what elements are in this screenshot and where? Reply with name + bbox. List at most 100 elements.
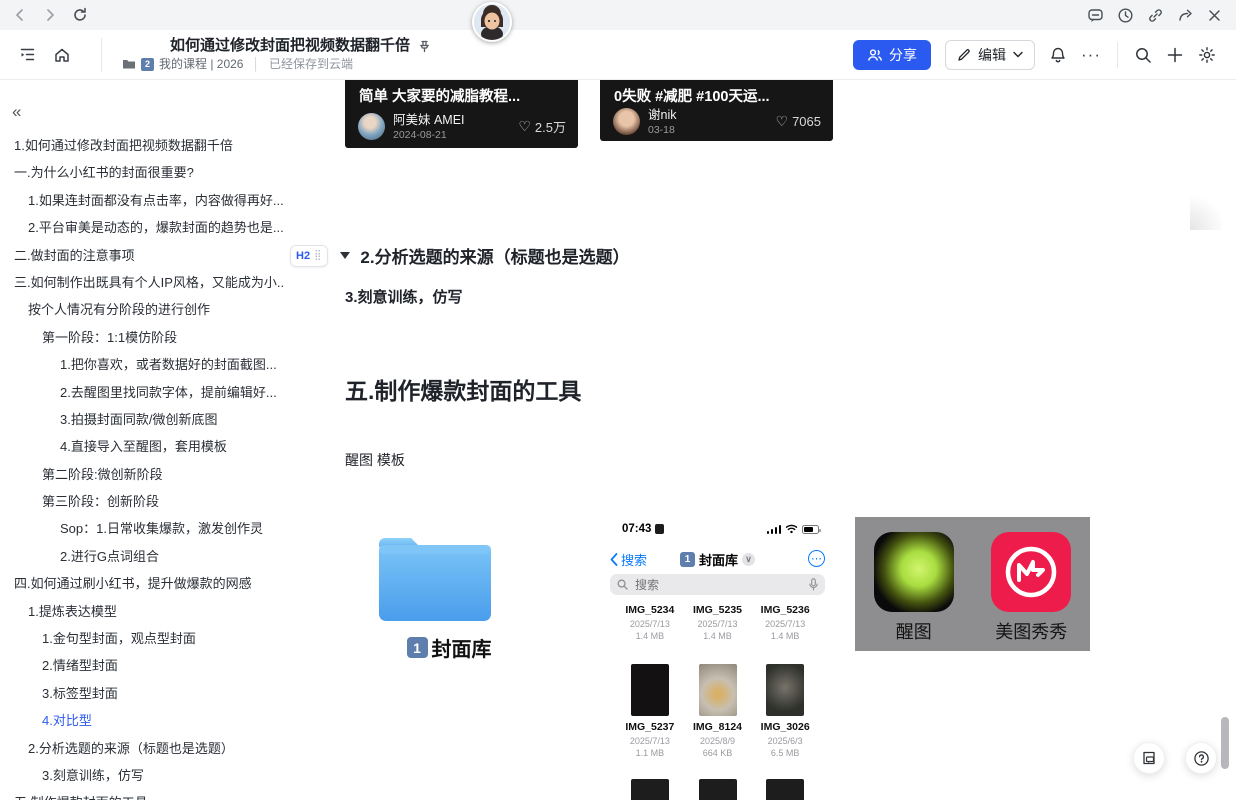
outline-item[interactable]: 3.拍摄封面同款/微创新底图 — [0, 406, 285, 433]
outline-item[interactable]: 按个人情况有分阶段的进行创作 — [0, 296, 285, 323]
more-icon[interactable]: ··· — [1081, 45, 1101, 65]
outline-sidebar: « 1.如何通过修改封面把视频数据翻千倍一.为什么小红书的封面很重要?1.如果连… — [0, 80, 285, 800]
status-time: 07:43 — [622, 523, 651, 535]
outline-item[interactable]: 四.如何通过刷小红书，提升做爆款的网感 — [0, 570, 285, 597]
sidebar-collapse-icon[interactable]: « — [12, 102, 21, 122]
search-icon — [617, 579, 628, 590]
phone-nav-bar: 搜索 1 封面库 ∨ ⋯ — [600, 550, 835, 568]
chevron-down-icon — [1013, 51, 1023, 58]
outline-item[interactable]: 4.直接导入至醒图，套用模板 — [0, 433, 285, 460]
battery-icon — [802, 525, 819, 534]
breadcrumb-badge: 2 — [141, 58, 154, 71]
album-badge: 1 — [680, 552, 695, 567]
phone-more-button[interactable]: ⋯ — [808, 550, 825, 567]
post-card[interactable]: 0失败 #减肥 #100天运... 谢nik 03-18 ♡7065 — [600, 80, 833, 141]
file-item[interactable]: IMG_52362025/7/131.4 MB — [751, 604, 819, 642]
outline-item[interactable]: 2.去醒图里找同款字体，提前编辑好... — [0, 379, 285, 406]
file-thumbnail[interactable] — [766, 779, 804, 800]
outline-item[interactable]: 五.制作爆款封面的工具 — [0, 789, 285, 800]
edit-button[interactable]: 编辑 — [945, 40, 1035, 70]
file-item[interactable]: IMG_30262025/6/36.5 MB — [751, 664, 819, 759]
pin-icon[interactable] — [418, 40, 431, 53]
drag-handle-icon[interactable]: ⣿ — [314, 250, 322, 261]
post-card[interactable]: 简单 大家要的减脂教程... 阿美妹 AMEI 2024-08-21 ♡2.5万 — [345, 80, 578, 148]
outline-item[interactable]: 3.标签型封面 — [0, 680, 285, 707]
pencil-icon — [957, 48, 971, 62]
outline-item[interactable]: 二.做封面的注意事项 — [0, 242, 285, 269]
doc-heading-h1: 五.制作爆款封面的工具 — [345, 372, 581, 406]
back-icon[interactable] — [12, 7, 28, 23]
outline-item[interactable]: 3.刻意训练，仿写 — [0, 762, 285, 789]
xingtu-app-icon[interactable] — [874, 532, 954, 612]
outline-item[interactable]: 第三阶段：创新阶段 — [0, 488, 285, 515]
outline-item[interactable]: 4.对比型 — [0, 707, 285, 734]
history-icon[interactable] — [1117, 7, 1134, 24]
phone-search-bar[interactable] — [610, 574, 825, 595]
outline-item[interactable]: 2.分析选题的来源（标题也是选题） — [0, 735, 285, 762]
phone-search-input[interactable] — [633, 577, 804, 593]
outline-item[interactable]: Sop：1.日常收集爆款，激发创作灵 — [0, 515, 285, 542]
wifi-icon — [785, 524, 798, 534]
gear-icon[interactable] — [1198, 46, 1216, 64]
file-item[interactable]: IMG_52372025/7/131.1 MB — [616, 664, 684, 759]
file-thumbnail[interactable] — [631, 779, 669, 800]
link-icon[interactable] — [1147, 7, 1164, 24]
comments-fab-button[interactable] — [1133, 742, 1165, 774]
app-icons-image[interactable]: 醒图 美图秀秀 — [855, 517, 1090, 651]
outline-item[interactable]: 1.如何通过修改封面把视频数据翻千倍 — [0, 132, 285, 159]
app-window: 如何通过修改封面把视频数据翻千倍 2 我的课程 | 2026 │ 已经保存到云端 — [0, 0, 1236, 800]
reload-icon[interactable] — [72, 7, 88, 23]
file-thumbnail[interactable] — [699, 779, 737, 800]
outline-item[interactable]: 第一阶段：1:1模仿阶段 — [0, 324, 285, 351]
file-thumbnail[interactable] — [766, 664, 804, 716]
outline-item[interactable]: 1.提炼表达模型 — [0, 598, 285, 625]
toolbar-divider-2 — [1117, 42, 1118, 68]
outline-item[interactable]: 第二阶段:微创新阶段 — [0, 461, 285, 488]
share-button[interactable]: 分享 — [853, 40, 931, 70]
outline-toggle-icon[interactable] — [18, 45, 37, 64]
file-thumbnail[interactable] — [699, 664, 737, 716]
close-icon[interactable] — [1207, 8, 1222, 23]
file-item[interactable]: IMG_52352025/7/131.4 MB — [684, 604, 752, 642]
search-icon[interactable] — [1134, 46, 1152, 64]
outline-item[interactable]: 三.如何制作出既具有个人IP风格，又能成为小... — [0, 269, 285, 296]
file-meta: 2025/7/131.4 MB — [616, 618, 684, 642]
outline-item[interactable]: 2.情绪型封面 — [0, 652, 285, 679]
avatar — [613, 108, 640, 135]
heading-type-badge[interactable]: H2 ⣿ — [290, 245, 328, 267]
share-window-icon[interactable] — [1177, 7, 1194, 24]
file-item[interactable]: IMG_52342025/7/131.4 MB — [616, 604, 684, 642]
scrollbar-thumb[interactable] — [1221, 717, 1229, 769]
folder-image[interactable]: 1 封面库 — [373, 530, 525, 662]
forward-icon[interactable] — [42, 7, 58, 23]
file-thumbnail[interactable] — [631, 664, 669, 716]
outline-item[interactable]: 1.把你喜欢，或者数据好的封面截图... — [0, 351, 285, 378]
comment-icon[interactable] — [1087, 7, 1104, 24]
outline-item[interactable]: 一.为什么小红书的封面很重要? — [0, 159, 285, 186]
outline-item[interactable]: 2.平台审美是动态的，爆款封面的趋势也是... — [0, 214, 285, 241]
album-chevron-icon[interactable]: ∨ — [742, 553, 755, 566]
help-fab-button[interactable] — [1185, 742, 1217, 774]
meitu-app-icon[interactable] — [991, 532, 1071, 612]
file-item[interactable]: IMG_81242025/8/9664 KB — [684, 664, 752, 759]
user-avatar[interactable] — [472, 2, 512, 42]
album-name: 封面库 — [699, 550, 738, 569]
phone-screenshot-image[interactable]: 07:43 搜索 1 封面库 ∨ — [600, 517, 835, 800]
collapse-arrow-icon[interactable] — [340, 252, 350, 259]
home-icon[interactable] — [53, 46, 71, 64]
outline-item[interactable]: 2.进行G点词组合 — [0, 543, 285, 570]
h2-badge-label: H2 — [296, 250, 310, 262]
breadcrumb[interactable]: 我的课程 | 2026 — [159, 58, 243, 71]
file-meta: 2025/7/131.1 MB — [616, 735, 684, 759]
outline-item[interactable]: 1.如果连封面都没有点击率，内容做得再好... — [0, 187, 285, 214]
people-icon — [867, 48, 883, 62]
outline-item[interactable]: 1.金句型封面，观点型封面 — [0, 625, 285, 652]
post-date: 2024-08-21 — [393, 129, 465, 141]
heading-block: H2 ⣿ 2.分析选题的来源（标题也是选题） — [290, 243, 630, 268]
plus-icon[interactable] — [1166, 46, 1184, 64]
outline-list: 1.如何通过修改封面把视频数据翻千倍一.为什么小红书的封面很重要?1.如果连封面… — [0, 132, 285, 800]
phone-album-title: 1 封面库 ∨ — [600, 550, 835, 569]
bell-icon[interactable] — [1049, 46, 1067, 64]
post-title: 简单 大家要的减脂教程... — [345, 80, 578, 106]
app-label: 醒图 — [866, 618, 962, 644]
